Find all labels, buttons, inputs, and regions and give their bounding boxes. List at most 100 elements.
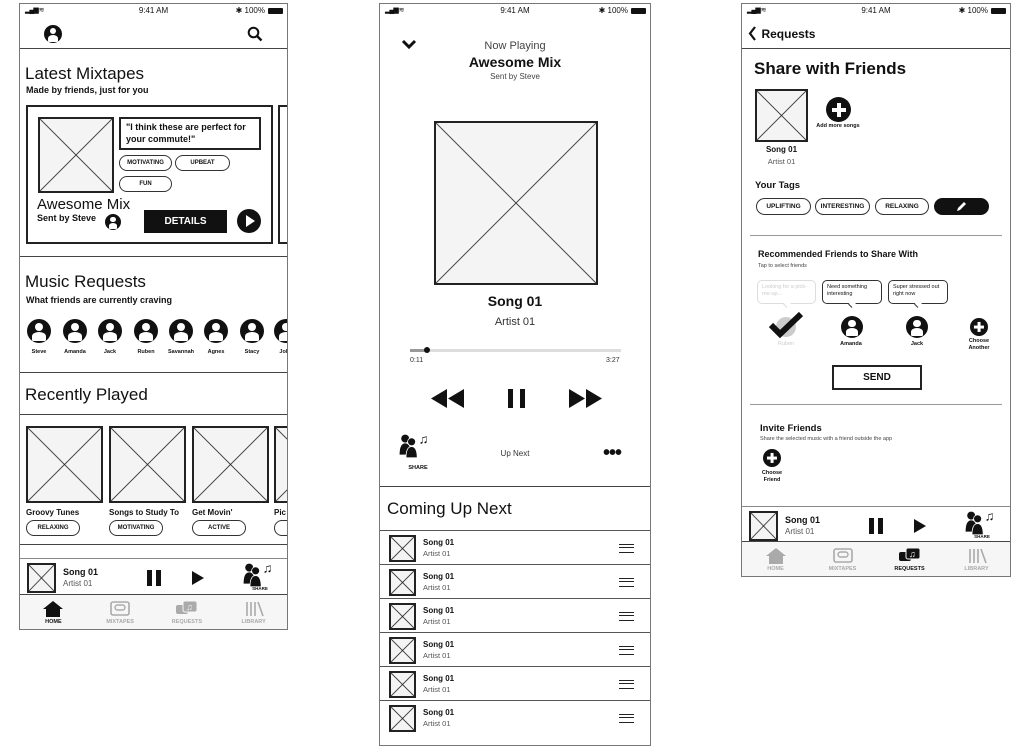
sender-avatar <box>105 214 121 230</box>
battery-text: 100% <box>967 6 988 15</box>
recent-cover[interactable] <box>26 426 103 503</box>
recent-cover[interactable] <box>109 426 186 503</box>
tab-library[interactable]: LIBRARY <box>943 542 1010 576</box>
battery-text: 100% <box>244 6 265 15</box>
share-label: SHARE <box>252 586 268 591</box>
queue-song: Song 01 <box>423 606 455 615</box>
battery-percent: ✱ 100% <box>598 6 628 15</box>
more-options-icon[interactable]: ••• <box>603 442 622 465</box>
play-button[interactable] <box>192 571 204 585</box>
tab-label: REQUESTS <box>894 566 925 572</box>
recent-tag[interactable]: ACTIVE <box>192 520 246 536</box>
next-mixtape-card[interactable] <box>278 105 287 244</box>
friend-avatar[interactable] <box>240 319 264 343</box>
queue-thumbnail <box>389 705 416 732</box>
svg-text:♫: ♫ <box>985 509 995 523</box>
choose-friend-button[interactable] <box>763 449 781 467</box>
friend-amanda[interactable] <box>841 316 863 338</box>
mini-player[interactable]: Song 01 Artist 01 ♫ SHARE <box>742 506 1010 543</box>
pause-button[interactable] <box>869 518 883 534</box>
drag-handle-icon[interactable] <box>619 612 634 621</box>
drag-handle-icon[interactable] <box>619 578 634 587</box>
pause-button[interactable] <box>147 570 161 586</box>
recent-cover[interactable] <box>274 426 287 503</box>
now-playing-label: Now Playing <box>484 40 546 52</box>
queue-row[interactable]: Song 01 Artist 01 <box>380 564 650 599</box>
add-more-songs-label: Add more songs <box>816 123 860 129</box>
queue-song: Song 01 <box>423 572 455 581</box>
home-icon <box>765 548 786 564</box>
tag-upbeat[interactable]: UPBEAT <box>175 155 230 171</box>
back-label: Requests <box>761 26 816 41</box>
recent-tag[interactable]: RELAXING <box>26 520 80 536</box>
edit-tags-button[interactable] <box>934 198 989 215</box>
tab-library[interactable]: LIBRARY <box>220 595 287 629</box>
friend-ruben-selected[interactable] <box>768 311 804 339</box>
add-more-songs-button[interactable] <box>826 97 851 122</box>
friend-avatar[interactable] <box>204 319 228 343</box>
queue-thumbnail <box>389 603 416 630</box>
drag-handle-icon[interactable] <box>619 646 634 655</box>
fast-forward-button[interactable] <box>569 389 603 408</box>
profile-avatar-button[interactable] <box>44 25 62 43</box>
progress-slider[interactable] <box>410 347 621 353</box>
share-screen: ▂▄▆ ≋ 9:41 AM ✱ 100% Requests Share with… <box>741 3 1011 577</box>
drag-handle-icon[interactable] <box>619 680 634 689</box>
tag-interesting[interactable]: INTERESTING <box>815 198 870 215</box>
queue-row[interactable]: Song 01 Artist 01 <box>380 700 650 735</box>
friend-name: Jack <box>103 349 117 355</box>
recent-cover[interactable] <box>192 426 269 503</box>
friend-avatar[interactable] <box>134 319 158 343</box>
friend-avatar[interactable] <box>27 319 51 343</box>
queue-row[interactable]: Song 01 Artist 01 <box>380 632 650 667</box>
friend-jack[interactable] <box>906 316 928 338</box>
back-button[interactable]: Requests <box>748 25 815 41</box>
tag-relaxing[interactable]: RELAXING <box>875 198 929 215</box>
divider <box>20 48 287 49</box>
tag-fun[interactable]: FUN <box>119 176 172 192</box>
tag-motivating[interactable]: MOTIVATING <box>119 155 172 171</box>
search-icon[interactable] <box>247 26 263 42</box>
rewind-button[interactable] <box>431 389 465 408</box>
library-icon <box>968 548 987 564</box>
recent-title: Pic <box>274 508 287 517</box>
recent-tag[interactable]: MOTIVATING <box>109 520 163 536</box>
friend-avatar[interactable] <box>98 319 122 343</box>
recent-tag[interactable]: IN <box>274 520 287 536</box>
queue-artist: Artist 01 <box>423 651 451 660</box>
tab-mixtapes[interactable]: MIXTAPES <box>87 595 154 629</box>
queue-row[interactable]: Song 01 Artist 01 <box>380 598 650 633</box>
recent-title: Get Movin' <box>192 508 233 517</box>
drag-handle-icon[interactable] <box>619 544 634 553</box>
tab-requests[interactable]: ♫ REQUESTS <box>876 542 943 576</box>
tab-home[interactable]: HOME <box>20 595 87 629</box>
play-mixtape-button[interactable] <box>237 209 261 233</box>
pause-button[interactable] <box>508 389 525 408</box>
queue-thumbnail <box>389 637 416 664</box>
play-button[interactable] <box>914 519 926 533</box>
library-icon <box>245 601 264 617</box>
details-button[interactable]: DETAILS <box>144 210 227 233</box>
mini-player[interactable]: Song 01 Artist 01 ♫ SHARE <box>20 558 287 595</box>
friend-name: Agnes <box>207 349 225 355</box>
album-art <box>434 121 598 285</box>
choose-another-button[interactable] <box>970 318 988 336</box>
friend-avatar[interactable] <box>274 319 287 343</box>
tab-mixtapes[interactable]: MIXTAPES <box>809 542 876 576</box>
share-icon[interactable]: ♫ <box>964 509 996 535</box>
mini-player-song: Song 01 <box>63 567 99 577</box>
progress-handle[interactable] <box>423 347 430 353</box>
queue-row[interactable]: Song 01 Artist 01 <box>380 666 650 701</box>
tag-uplifting[interactable]: UPLIFTING <box>756 198 811 215</box>
friend-avatar[interactable] <box>63 319 87 343</box>
drag-handle-icon[interactable] <box>619 714 634 723</box>
tab-label: LIBRARY <box>964 566 989 572</box>
tab-requests[interactable]: ♫ REQUESTS <box>154 595 221 629</box>
friend-avatar[interactable] <box>169 319 193 343</box>
tab-home[interactable]: HOME <box>742 542 809 576</box>
battery-percent: ✱ 100% <box>235 6 265 15</box>
queue-row[interactable]: Song 01 Artist 01 <box>380 530 650 565</box>
mixtape-title: Awesome Mix <box>37 196 131 213</box>
share-icon[interactable]: ♫ <box>242 561 274 587</box>
send-button[interactable]: SEND <box>832 365 922 390</box>
